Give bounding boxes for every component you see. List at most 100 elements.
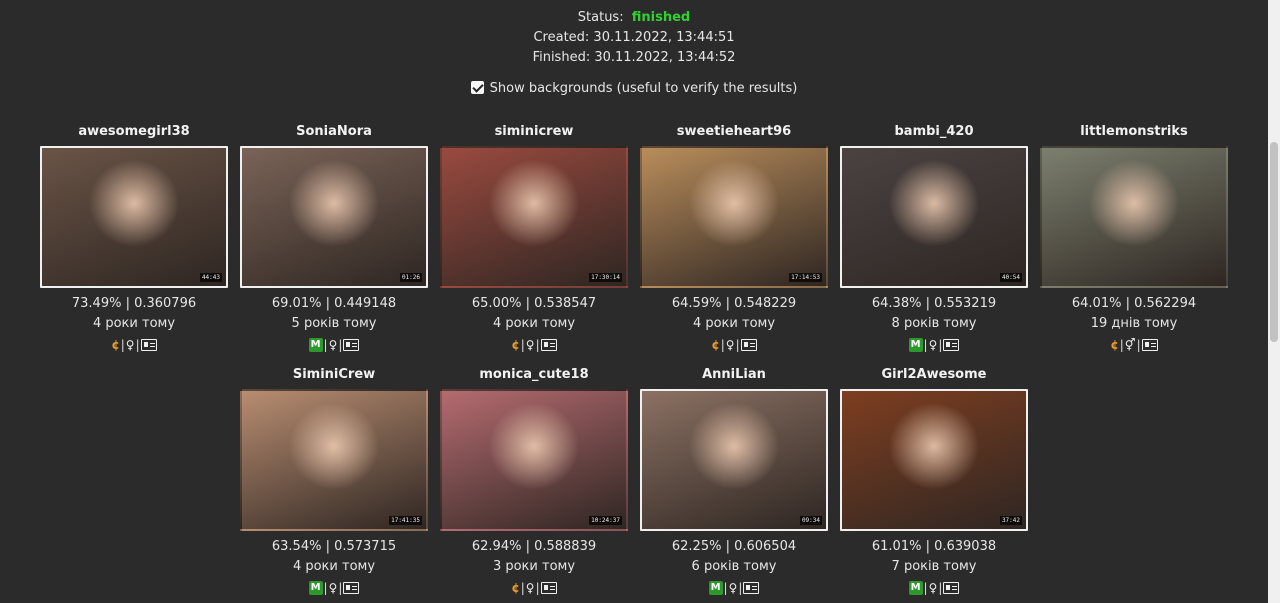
vertical-scrollbar[interactable] bbox=[1268, 0, 1280, 603]
status-label: Status: bbox=[577, 10, 624, 25]
result-thumbnail[interactable]: 44:43 bbox=[40, 146, 228, 288]
result-icons: M | ♀ | bbox=[640, 577, 828, 598]
result-thumbnail[interactable]: 37:42 bbox=[840, 389, 1028, 531]
show-backgrounds-checkbox[interactable] bbox=[470, 81, 484, 94]
video-duration: 17:14:53 bbox=[789, 273, 822, 282]
result-icons: ¢ | ♀ | bbox=[640, 334, 828, 355]
result-icons: M | ♀ | bbox=[840, 334, 1028, 355]
result-score: 73.49% | 0.360796 bbox=[71, 296, 197, 311]
result-card[interactable]: awesomegirl38 44:43 73.49% | 0.360796 4 рок… bbox=[40, 122, 228, 355]
result-card[interactable]: AnniLian 09:34 62.25% | 0.606504 6 років то… bbox=[640, 365, 828, 598]
finished-timestamp: Finished: 30.11.2022, 13:44:52 bbox=[532, 50, 736, 65]
video-duration: 40:54 bbox=[999, 273, 1022, 282]
result-thumbnail[interactable]: 09:34 bbox=[640, 389, 828, 531]
separator: | bbox=[338, 337, 343, 352]
platform-c-icon[interactable]: ¢ bbox=[511, 578, 519, 598]
result-score: 69.01% | 0.449148 bbox=[271, 296, 397, 311]
platform-m-icon[interactable]: M bbox=[908, 337, 923, 352]
profile-card-icon[interactable] bbox=[540, 338, 557, 351]
result-username[interactable]: AnniLian bbox=[640, 365, 828, 385]
separator: | bbox=[520, 580, 525, 595]
video-duration: 09:34 bbox=[799, 516, 822, 525]
result-age: 8 років тому bbox=[891, 316, 977, 331]
result-icons: ¢ | ⚥ | bbox=[1040, 334, 1228, 355]
result-username[interactable]: monica_cute18 bbox=[440, 365, 628, 385]
result-thumbnail[interactable] bbox=[1040, 146, 1228, 288]
result-username[interactable]: bambi_420 bbox=[840, 122, 1028, 142]
result-username[interactable]: SiminiCrew bbox=[240, 365, 428, 385]
result-username[interactable]: siminicrew bbox=[440, 122, 628, 142]
show-backgrounds-toggle[interactable]: Show backgrounds (useful to verify the r… bbox=[0, 81, 1268, 96]
separator: | bbox=[120, 337, 125, 352]
platform-c-icon[interactable]: ¢ bbox=[711, 335, 719, 355]
profile-card-icon[interactable] bbox=[343, 338, 360, 351]
result-card[interactable]: Girl2Awesome 37:42 61.01% | 0.639038 7 рокі… bbox=[840, 365, 1028, 598]
profile-card-icon[interactable] bbox=[140, 338, 157, 351]
gender-icon: ♀ bbox=[125, 337, 135, 352]
result-thumbnail[interactable]: 40:54 bbox=[840, 146, 1028, 288]
result-age: 4 роки тому bbox=[92, 316, 176, 331]
platform-c-icon[interactable]: ¢ bbox=[1110, 335, 1118, 355]
result-card[interactable]: SoniaNora 01:26 69.01% | 0.449148 5 років т… bbox=[240, 122, 428, 355]
result-age: 4 роки тому bbox=[492, 316, 576, 331]
result-card[interactable]: siminicrew 17:30:14 65.00% | 0.538547 4 рок… bbox=[440, 122, 628, 355]
platform-c-icon[interactable]: ¢ bbox=[511, 335, 519, 355]
separator: | bbox=[723, 580, 728, 595]
result-age: 4 роки тому bbox=[692, 316, 776, 331]
result-card[interactable]: bambi_420 40:54 64.38% | 0.553219 8 років т… bbox=[840, 122, 1028, 355]
video-duration: 17:30:14 bbox=[589, 273, 622, 282]
result-username[interactable]: littlemonstriks bbox=[1040, 122, 1228, 142]
profile-card-icon[interactable] bbox=[743, 581, 760, 594]
separator: | bbox=[535, 580, 540, 595]
result-score: 62.25% | 0.606504 bbox=[671, 539, 797, 554]
result-age: 19 днів тому bbox=[1090, 316, 1178, 331]
platform-m-icon[interactable]: M bbox=[908, 580, 923, 595]
scrollbar-thumb[interactable] bbox=[1270, 142, 1278, 342]
gender-icon: ♀ bbox=[928, 580, 938, 595]
result-icons: M | ♀ | bbox=[840, 577, 1028, 598]
result-card[interactable]: monica_cute18 10:24:37 62.94% | 0.588839 3 … bbox=[440, 365, 628, 598]
result-card[interactable]: littlemonstriks 64.01% | 0.562294 19 днів … bbox=[1040, 122, 1228, 355]
profile-card-icon[interactable] bbox=[943, 338, 960, 351]
platform-m-icon[interactable]: M bbox=[308, 337, 323, 352]
result-thumbnail[interactable]: 17:41:35 bbox=[240, 389, 428, 531]
video-duration: 10:24:37 bbox=[589, 516, 622, 525]
gender-icon: ♀ bbox=[525, 580, 535, 595]
status-value: finished bbox=[631, 10, 691, 25]
result-age: 3 роки тому bbox=[492, 559, 576, 574]
gender-icon: ♀ bbox=[725, 337, 735, 352]
separator: | bbox=[923, 337, 928, 352]
result-thumbnail[interactable]: 17:30:14 bbox=[440, 146, 628, 288]
profile-card-icon[interactable] bbox=[740, 338, 757, 351]
result-card[interactable]: sweetieheart96 17:14:53 64.59% | 0.548229 4… bbox=[640, 122, 828, 355]
show-backgrounds-label[interactable]: Show backgrounds (useful to verify the r… bbox=[490, 81, 798, 96]
result-age: 7 років тому bbox=[891, 559, 977, 574]
profile-card-icon[interactable] bbox=[1141, 338, 1158, 351]
profile-card-icon[interactable] bbox=[943, 581, 960, 594]
result-thumbnail[interactable]: 17:14:53 bbox=[640, 146, 828, 288]
result-card[interactable]: SiminiCrew 17:41:35 63.54% | 0.573715 4 рок… bbox=[240, 365, 428, 598]
separator: | bbox=[1136, 337, 1141, 352]
separator: | bbox=[323, 337, 328, 352]
result-username[interactable]: sweetieheart96 bbox=[640, 122, 828, 142]
platform-m-icon[interactable]: M bbox=[308, 580, 323, 595]
job-status: Status: finished Created: 30.11.2022, 13… bbox=[0, 8, 1268, 68]
platform-m-icon[interactable]: M bbox=[708, 580, 723, 595]
gender-icon: ♀ bbox=[328, 337, 338, 352]
gender-icon: ♀ bbox=[525, 337, 535, 352]
result-thumbnail[interactable]: 01:26 bbox=[240, 146, 428, 288]
result-icons: ¢ | ♀ | bbox=[440, 334, 628, 355]
result-username[interactable]: Girl2Awesome bbox=[840, 365, 1028, 385]
profile-card-icon[interactable] bbox=[540, 581, 557, 594]
result-score: 64.59% | 0.548229 bbox=[671, 296, 797, 311]
video-duration: 44:43 bbox=[199, 273, 222, 282]
profile-card-icon[interactable] bbox=[343, 581, 360, 594]
result-username[interactable]: awesomegirl38 bbox=[40, 122, 228, 142]
result-thumbnail[interactable]: 10:24:37 bbox=[440, 389, 628, 531]
separator: | bbox=[338, 580, 343, 595]
video-duration: 17:41:35 bbox=[389, 516, 422, 525]
platform-c-icon[interactable]: ¢ bbox=[111, 335, 119, 355]
result-icons: M | ♀ | bbox=[240, 334, 428, 355]
result-username[interactable]: SoniaNora bbox=[240, 122, 428, 142]
result-icons: M | ♀ | bbox=[240, 577, 428, 598]
